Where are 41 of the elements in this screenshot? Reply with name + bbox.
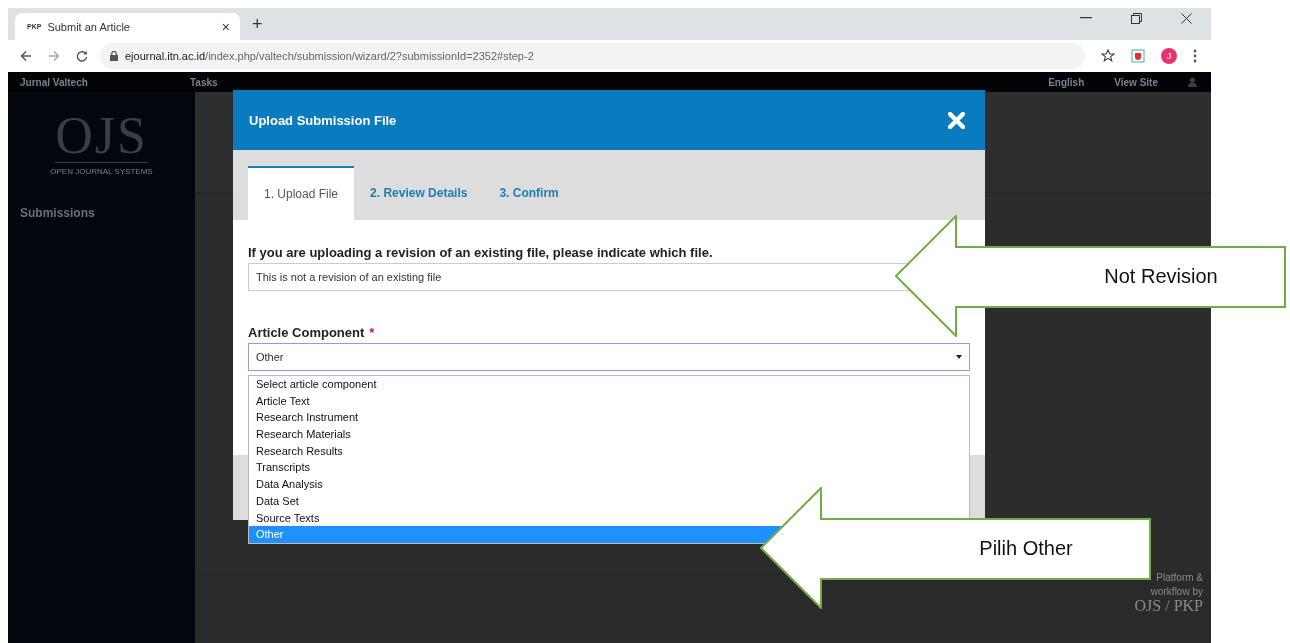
sidebar-item[interactable]: Submissions: [20, 206, 183, 220]
logo-subtitle: OPEN JOURNAL SYSTEMS: [50, 167, 153, 176]
tasks-link[interactable]: Tasks: [190, 76, 218, 88]
close-icon[interactable]: [1181, 12, 1192, 24]
dialog-title: Upload Submission File: [249, 112, 397, 128]
footer-text: workflow by: [1150, 585, 1203, 599]
restore-icon[interactable]: [1131, 12, 1142, 24]
extension-icon[interactable]: [1131, 49, 1145, 63]
revision-label: If you are uploading a revision of an existing file, please indicate which file.: [248, 245, 714, 260]
back-icon[interactable]: [20, 50, 32, 62]
dropdown-option[interactable]: Research Materials: [249, 426, 969, 443]
dropdown-option[interactable]: Article Text: [249, 392, 969, 410]
callout-text: Not Revision: [1103, 265, 1219, 288]
dropdown-option[interactable]: Transcripts: [249, 459, 969, 477]
required-mark: *: [369, 325, 375, 340]
component-select[interactable]: Other: [248, 343, 970, 371]
dropdown-option[interactable]: Data Set: [249, 492, 969, 510]
minimize-icon[interactable]: [1080, 17, 1092, 19]
new-tab-button[interactable]: +: [252, 14, 263, 35]
dropdown-option[interactable]: Data Analysis: [249, 476, 969, 493]
menu-icon[interactable]: [1193, 49, 1197, 63]
dropdown-option[interactable]: Select article component: [249, 376, 969, 393]
language-link[interactable]: English: [1048, 76, 1085, 88]
callout-text: Pilih Other: [978, 537, 1074, 560]
tab-title: Submit an Article: [47, 20, 131, 33]
dropdown-option[interactable]: Research Instrument: [249, 409, 969, 427]
footer-text: Platform &: [1156, 571, 1203, 585]
address-field[interactable]: ejournal.itn.ac.id/index.php/valtech/submission/wizard/2?submissionId=2352#step-2: [100, 43, 1085, 69]
caret-icon: [956, 355, 962, 359]
close-tab-button[interactable]: ×: [221, 18, 230, 35]
profile-avatar[interactable]: J: [1161, 48, 1177, 64]
reload-icon[interactable]: [76, 50, 88, 62]
footer-text: OJS / PKP: [1134, 599, 1203, 613]
site-title[interactable]: Jurnal Valtech: [20, 76, 190, 88]
dropdown-option[interactable]: Research Results: [249, 442, 969, 460]
component-label: Article Component: [248, 325, 365, 340]
star-icon[interactable]: [1101, 49, 1115, 63]
lock-icon: [110, 51, 118, 61]
logo-text: OJS: [55, 110, 148, 163]
step-tab[interactable]: 1. Upload File: [248, 166, 355, 220]
view-site-link[interactable]: View Site: [1114, 76, 1158, 88]
